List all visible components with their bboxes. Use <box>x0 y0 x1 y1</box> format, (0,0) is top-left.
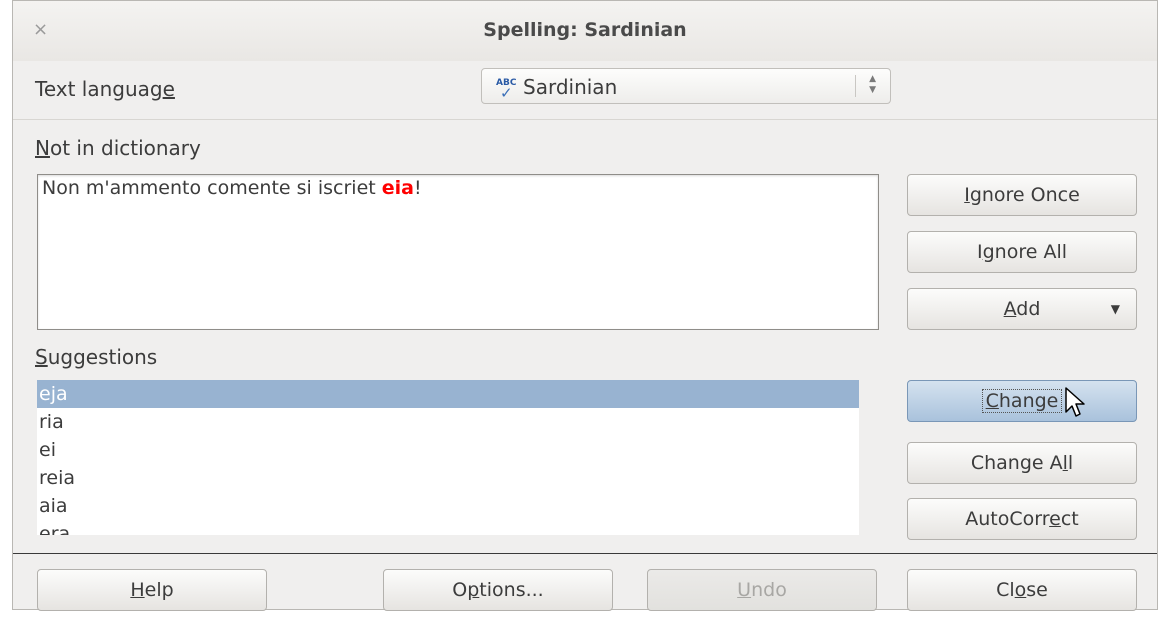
close-button[interactable]: Close <box>907 569 1137 611</box>
help-button[interactable]: Help <box>37 569 267 611</box>
ignore-once-button[interactable]: Ignore Once <box>907 174 1137 216</box>
suggestion-item-selected[interactable]: eja <box>37 380 859 408</box>
focus-ring: Change <box>981 389 1063 413</box>
undo-button[interactable]: Undo <box>647 569 877 611</box>
text-language-value: Sardinian <box>523 75 618 99</box>
suggestion-item[interactable]: aia <box>37 492 859 520</box>
ignore-all-button[interactable]: Ignore All <box>907 231 1137 273</box>
autocorrect-button[interactable]: AutoCorrect <box>907 498 1137 540</box>
suggestion-item[interactable]: ei <box>37 436 859 464</box>
not-in-dictionary-label: Not in dictionary <box>35 136 201 160</box>
change-all-button[interactable]: Change All <box>907 442 1137 484</box>
sentence-text: Non m'ammento comente si iscriet eia! <box>42 177 422 199</box>
mouse-pointer-icon <box>1065 387 1085 417</box>
suggestions-list[interactable]: eja ria ei reia aia era <box>37 380 859 535</box>
text-language-select[interactable]: ABC ✓ Sardinian ▲ ▼ <box>481 68 891 104</box>
abc-spellcheck-icon: ABC ✓ <box>496 78 517 102</box>
content-area: Not in dictionary Non m'ammento comente … <box>13 119 1157 554</box>
select-divider <box>855 75 856 97</box>
suggestion-item[interactable]: ria <box>37 408 859 436</box>
spinner-arrows-icon[interactable]: ▲ ▼ <box>869 74 876 96</box>
spelling-dialog: × Spelling: Sardinian Text language ABC ✓… <box>12 0 1158 611</box>
suggestions-label: Suggestions <box>35 345 158 369</box>
suggestion-item[interactable]: era <box>37 520 859 535</box>
add-button[interactable]: Add ▼ <box>907 288 1137 330</box>
suggestion-item[interactable]: reia <box>37 464 859 492</box>
dialog-title: Spelling: Sardinian <box>483 19 687 41</box>
dropdown-arrow-icon[interactable]: ▼ <box>1111 289 1120 329</box>
text-language-label: Text language <box>35 77 175 101</box>
title-bar: × Spelling: Sardinian <box>13 1 1157 61</box>
sentence-textbox[interactable]: Non m'ammento comente si iscriet eia! <box>37 174 879 330</box>
misspelled-word: eia <box>381 177 414 199</box>
options-button[interactable]: Options... <box>383 569 613 611</box>
change-button[interactable]: Change <box>907 380 1137 422</box>
